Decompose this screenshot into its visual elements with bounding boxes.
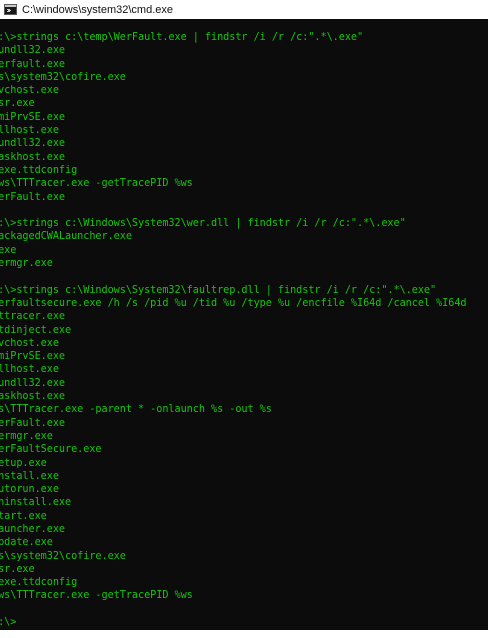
- console-line: %ws\TTTracer.exe -getTracePID %ws: [0, 178, 193, 190]
- console-prompt-line: c:\>: [0, 617, 17, 629]
- console-output[interactable]: c:\>strings c:\temp\WerFault.exe | finds…: [0, 19, 488, 630]
- cmd-icon: [4, 4, 17, 15]
- console-line: werfaultsecure.exe /h /s /pid %u /tid %u…: [0, 297, 467, 309]
- console-line: dllhost.exe: [0, 125, 59, 137]
- window-bottom-edge: [0, 630, 488, 638]
- console-line: WmiPrvSE.exe: [0, 111, 66, 123]
- console-line: WerFault.exe: [0, 417, 66, 429]
- cmd-window: C:\windows\system32\cmd.exe c:\>strings …: [0, 0, 488, 638]
- console-line: setup.exe: [0, 457, 47, 469]
- console-line: rundll32.exe: [0, 45, 66, 57]
- console-line: ttdinject.exe: [0, 324, 72, 336]
- console-line: WmiPrvSE.exe: [0, 351, 66, 363]
- title-bar[interactable]: C:\windows\system32\cmd.exe: [0, 0, 488, 19]
- console-line: PackagedCWALauncher.exe: [0, 231, 132, 243]
- console-line: start.exe: [0, 510, 47, 522]
- console-prompt-line: c:\>strings c:\Windows\System32\wer.dll …: [0, 218, 406, 230]
- console-line: .exe.ttdconfig: [0, 164, 78, 176]
- console-line: WerFault.exe: [0, 191, 66, 203]
- console-line: .exe.ttdconfig: [0, 577, 78, 589]
- console-line: %ws\TTTracer.exe -getTracePID %ws: [0, 590, 193, 602]
- console-line: svchost.exe: [0, 337, 59, 349]
- console-line: %s\system32\cofire.exe: [0, 550, 126, 562]
- console-prompt-line: c:\>strings c:\temp\WerFault.exe | finds…: [0, 32, 364, 43]
- console-line: install.exe: [0, 470, 59, 482]
- console-line: .exe: [0, 244, 17, 256]
- console-line: osr.exe: [0, 563, 35, 575]
- console-line: tttracer.exe: [0, 311, 66, 323]
- window-title: C:\windows\system32\cmd.exe: [22, 3, 173, 16]
- console-line: uninstall.exe: [0, 497, 72, 509]
- console-line: taskhost.exe: [0, 151, 66, 163]
- console-prompt-line: c:\>strings c:\Windows\System32\faultrep…: [0, 284, 437, 296]
- console-line: wermgr.exe: [0, 258, 53, 270]
- console-line: launcher.exe: [0, 523, 66, 535]
- console-line: update.exe: [0, 537, 53, 549]
- console-line: osr.exe: [0, 98, 35, 110]
- console-line: autorun.exe: [0, 484, 59, 496]
- console-line: taskhost.exe: [0, 391, 66, 403]
- console-line: svchost.exe: [0, 85, 59, 97]
- console-line: werfault.exe: [0, 58, 66, 70]
- console-line: %s\TTTracer.exe -parent * -onlaunch %s -…: [0, 404, 272, 416]
- console-line: rundll32.exe: [0, 138, 66, 150]
- console-line: WerFaultSecure.exe: [0, 444, 102, 456]
- console-lines: c:\>strings c:\temp\WerFault.exe | finds…: [0, 31, 488, 629]
- console-line: rundll32.exe: [0, 377, 66, 389]
- console-line: wermgr.exe: [0, 430, 53, 442]
- console-line: dllhost.exe: [0, 364, 59, 376]
- console-line: %s\system32\cofire.exe: [0, 71, 126, 83]
